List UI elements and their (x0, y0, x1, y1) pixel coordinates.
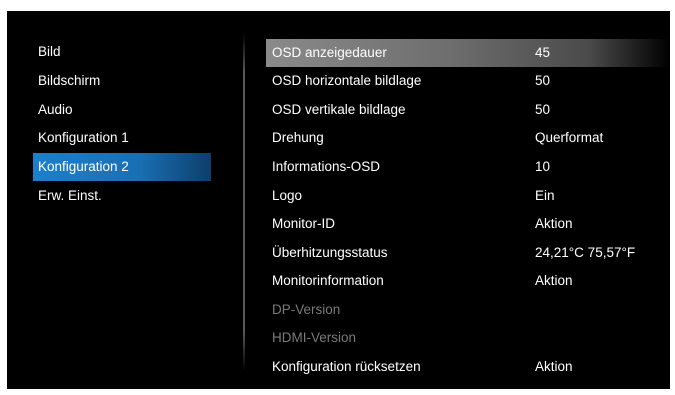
setting-row-drehung[interactable]: Drehung Querformat (266, 124, 670, 152)
setting-value: Querformat (535, 130, 604, 145)
setting-value: Ein (535, 188, 555, 203)
setting-row-monitorinformation[interactable]: Monitorinformation Aktion (266, 267, 670, 295)
setting-row-informations-osd[interactable]: Informations-OSD 10 (266, 153, 670, 181)
setting-label: Konfiguration rücksetzen (272, 359, 421, 374)
setting-row-ueberhitzungsstatus[interactable]: Überhitzungsstatus 24,21°C 75,57°F (266, 239, 670, 267)
settings-panel: OSD anzeigedauer 45 OSD horizontale bild… (266, 11, 670, 389)
menu-item-audio[interactable]: Audio (33, 96, 211, 124)
menu-item-konfiguration-2[interactable]: Konfiguration 2 (33, 153, 211, 181)
setting-label: DP-Version (272, 302, 341, 317)
menu-item-erw-einst[interactable]: Erw. Einst. (33, 182, 211, 210)
setting-value: Aktion (535, 273, 573, 288)
setting-row-osd-vertikale-bildlage[interactable]: OSD vertikale bildlage 50 (266, 96, 670, 124)
menu-item-konfiguration-1[interactable]: Konfiguration 1 (33, 124, 211, 152)
setting-row-osd-horizontale-bildlage[interactable]: OSD horizontale bildlage 50 (266, 67, 670, 95)
setting-value: 50 (535, 102, 551, 117)
setting-row-konfiguration-ruecksetzen[interactable]: Konfiguration rücksetzen Aktion (266, 353, 670, 381)
setting-row-monitor-id[interactable]: Monitor-ID Aktion (266, 210, 670, 238)
setting-value: 45 (535, 45, 551, 60)
setting-value: 50 (535, 73, 551, 88)
setting-value: Aktion (535, 216, 573, 231)
setting-value: Aktion (535, 359, 573, 374)
setting-row-osd-anzeigedauer[interactable]: OSD anzeigedauer 45 (266, 39, 670, 67)
menu-item-bild[interactable]: Bild (33, 38, 211, 66)
setting-value: 10 (535, 159, 551, 174)
setting-label: Drehung (272, 130, 324, 145)
setting-label: OSD anzeigedauer (272, 45, 387, 60)
setting-label: Monitor-ID (272, 216, 336, 231)
setting-label: Monitorinformation (272, 273, 384, 288)
osd-menu: Bild Bildschirm Audio Konfiguration 1 Ko… (7, 11, 670, 389)
setting-row-hdmi-version: HDMI-Version (266, 324, 670, 352)
setting-label: HDMI-Version (272, 330, 357, 345)
setting-label: OSD vertikale bildlage (272, 102, 406, 117)
setting-label: Logo (272, 188, 303, 203)
setting-label: Informations-OSD (272, 159, 381, 174)
setting-label: Überhitzungsstatus (272, 245, 388, 260)
menu-item-bildschirm[interactable]: Bildschirm (33, 67, 211, 95)
setting-value: 24,21°C 75,57°F (535, 245, 636, 260)
setting-label: OSD horizontale bildlage (272, 73, 422, 88)
menu-divider (243, 33, 245, 371)
setting-row-dp-version: DP-Version (266, 296, 670, 324)
left-menu: Bild Bildschirm Audio Konfiguration 1 Ko… (7, 11, 243, 389)
setting-row-logo[interactable]: Logo Ein (266, 182, 670, 210)
